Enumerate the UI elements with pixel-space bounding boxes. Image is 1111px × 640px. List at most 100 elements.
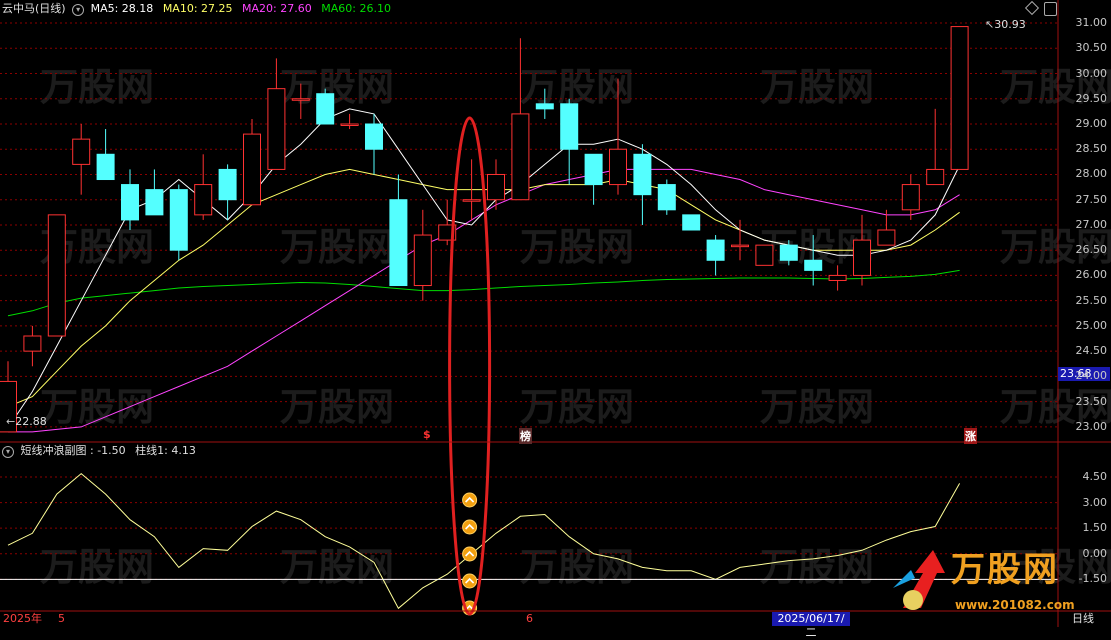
watermark-text: 万股网 (280, 65, 394, 109)
candle-body (877, 229, 896, 246)
watermark-text: 万股网 (760, 385, 874, 429)
price-tick-label: 27.50 (1075, 192, 1108, 206)
candle (96, 129, 115, 181)
price-tick-label: 31.00 (1075, 16, 1108, 30)
candle (72, 124, 91, 195)
price-tick-label: 25.50 (1075, 293, 1108, 307)
logo-text: 万股网 (951, 550, 1059, 590)
price-tick-label: 27.00 (1075, 217, 1108, 231)
candle-body (194, 184, 213, 216)
candle-body (633, 153, 652, 196)
marker-s: $ (423, 428, 431, 441)
buy-signal-icon (462, 573, 478, 589)
watermark-text: 万股网 (280, 225, 394, 269)
candle-body (218, 168, 237, 201)
candle (901, 174, 920, 220)
stock-chart-window: 万股网 万股网 万股网 万股网 万股网 万股网 万股网 万股网 万股网 万股网 万股网 万股网 万股网万… (0, 0, 1111, 639)
price-tick-label: 25.00 (1075, 318, 1108, 332)
candle-body (413, 234, 432, 287)
candle (950, 26, 969, 170)
price-tick-label: 26.00 (1075, 268, 1108, 282)
sub-dropdown-icon[interactable]: ▾ (2, 446, 14, 458)
buy-signal-icon (462, 492, 478, 508)
cursor-date: 2025/06/17/二 (772, 612, 850, 639)
price-tick-label: 23.50 (1075, 394, 1108, 408)
logo-url: www.201082.com (955, 598, 1075, 612)
dropdown-icon[interactable]: ▾ (72, 4, 85, 16)
month-5-label: 5 (58, 612, 65, 625)
sub-tick-label: 3.00 (1082, 495, 1108, 509)
candle-body (779, 244, 798, 261)
candle-body (755, 244, 774, 266)
ma20-label: MA20: 27.60 (242, 2, 312, 15)
sub-title[interactable]: 短线冲浪副图 (21, 444, 87, 457)
candle-body (657, 184, 676, 211)
signal-circle (462, 573, 478, 589)
candle-body (584, 153, 603, 186)
watermark-text: 万股网 (520, 225, 634, 269)
candle-body (535, 103, 554, 110)
candle (926, 108, 945, 186)
sub-tick-label: 4.50 (1082, 470, 1108, 484)
candle (243, 118, 261, 206)
price-tick-label: 23.00 (1075, 419, 1108, 433)
price-tick-label: 29.00 (1075, 117, 1108, 130)
candle-body (365, 123, 383, 150)
candle (145, 169, 164, 216)
price-tick-label: 26.50 (1075, 243, 1108, 257)
candle (194, 154, 213, 220)
candle (169, 184, 188, 261)
month-6-label: 6 (526, 612, 533, 625)
buy-signal-icon (462, 519, 478, 535)
candle (682, 214, 701, 231)
candle (316, 88, 335, 125)
ma10-label: MA10: 27.25 (162, 2, 233, 15)
candle-body (609, 148, 627, 186)
watermark-text: 万股网 (280, 385, 394, 429)
marker-bang: 榜 (519, 428, 532, 444)
candle (340, 113, 359, 130)
candle-body (47, 214, 66, 337)
candle (657, 179, 676, 215)
candle (389, 174, 408, 287)
candle (47, 214, 66, 337)
candle (584, 153, 603, 205)
price-chart[interactable]: 万股网 万股网 万股网 万股网 万股网万股网 万股网 万股网 万股网 万股网万股网 万股网 万股网万… (0, 0, 1111, 627)
candle-body (682, 214, 701, 231)
price-tick-label: 30.50 (1075, 41, 1108, 55)
watermark-text: 万股网 (40, 545, 154, 589)
watermark-text: 万股网 (520, 545, 634, 589)
candle (828, 265, 847, 291)
ma5-label: MA5: 28.18 (90, 2, 154, 15)
signal-circle (462, 546, 478, 562)
highlight-ellipse (448, 116, 492, 616)
price-tick-label: 24.00 (1075, 369, 1108, 383)
candle-body (511, 113, 530, 201)
low-price-label: ←22.88 (6, 415, 47, 428)
candle (706, 235, 725, 276)
price-tick-label: 29.50 (1075, 91, 1108, 105)
candle-body (853, 239, 871, 276)
candle-body (316, 93, 335, 125)
candle-body (291, 98, 310, 101)
candle-body (462, 199, 481, 202)
ma60-label: MA60: 26.10 (321, 2, 391, 15)
sub-bar-value: 柱线1: 4.13 (135, 444, 196, 457)
sub-tick-label: 1.50 (1082, 521, 1108, 535)
price-tick-label: 28.50 (1075, 142, 1108, 156)
stock-title[interactable]: 云中马(日线) (2, 2, 66, 15)
candle-body (72, 138, 91, 165)
watermark-text: 万股网 (760, 65, 874, 109)
candle-body (901, 184, 920, 211)
scroll-box-icon[interactable] (1044, 2, 1057, 16)
candle-body (389, 199, 408, 287)
chart-header: 云中马(日线) ▾ MA5: 28.18 MA10: 27.25 MA20: 2… (2, 2, 391, 16)
ma60-line (7, 269, 960, 317)
buy-signal-icon (462, 546, 478, 562)
candle-body (828, 274, 847, 281)
candle-body (804, 259, 823, 271)
candle-body (487, 173, 505, 201)
watermark-text: 万股网 (520, 65, 634, 109)
candle-body (121, 184, 139, 221)
candle (511, 38, 530, 201)
